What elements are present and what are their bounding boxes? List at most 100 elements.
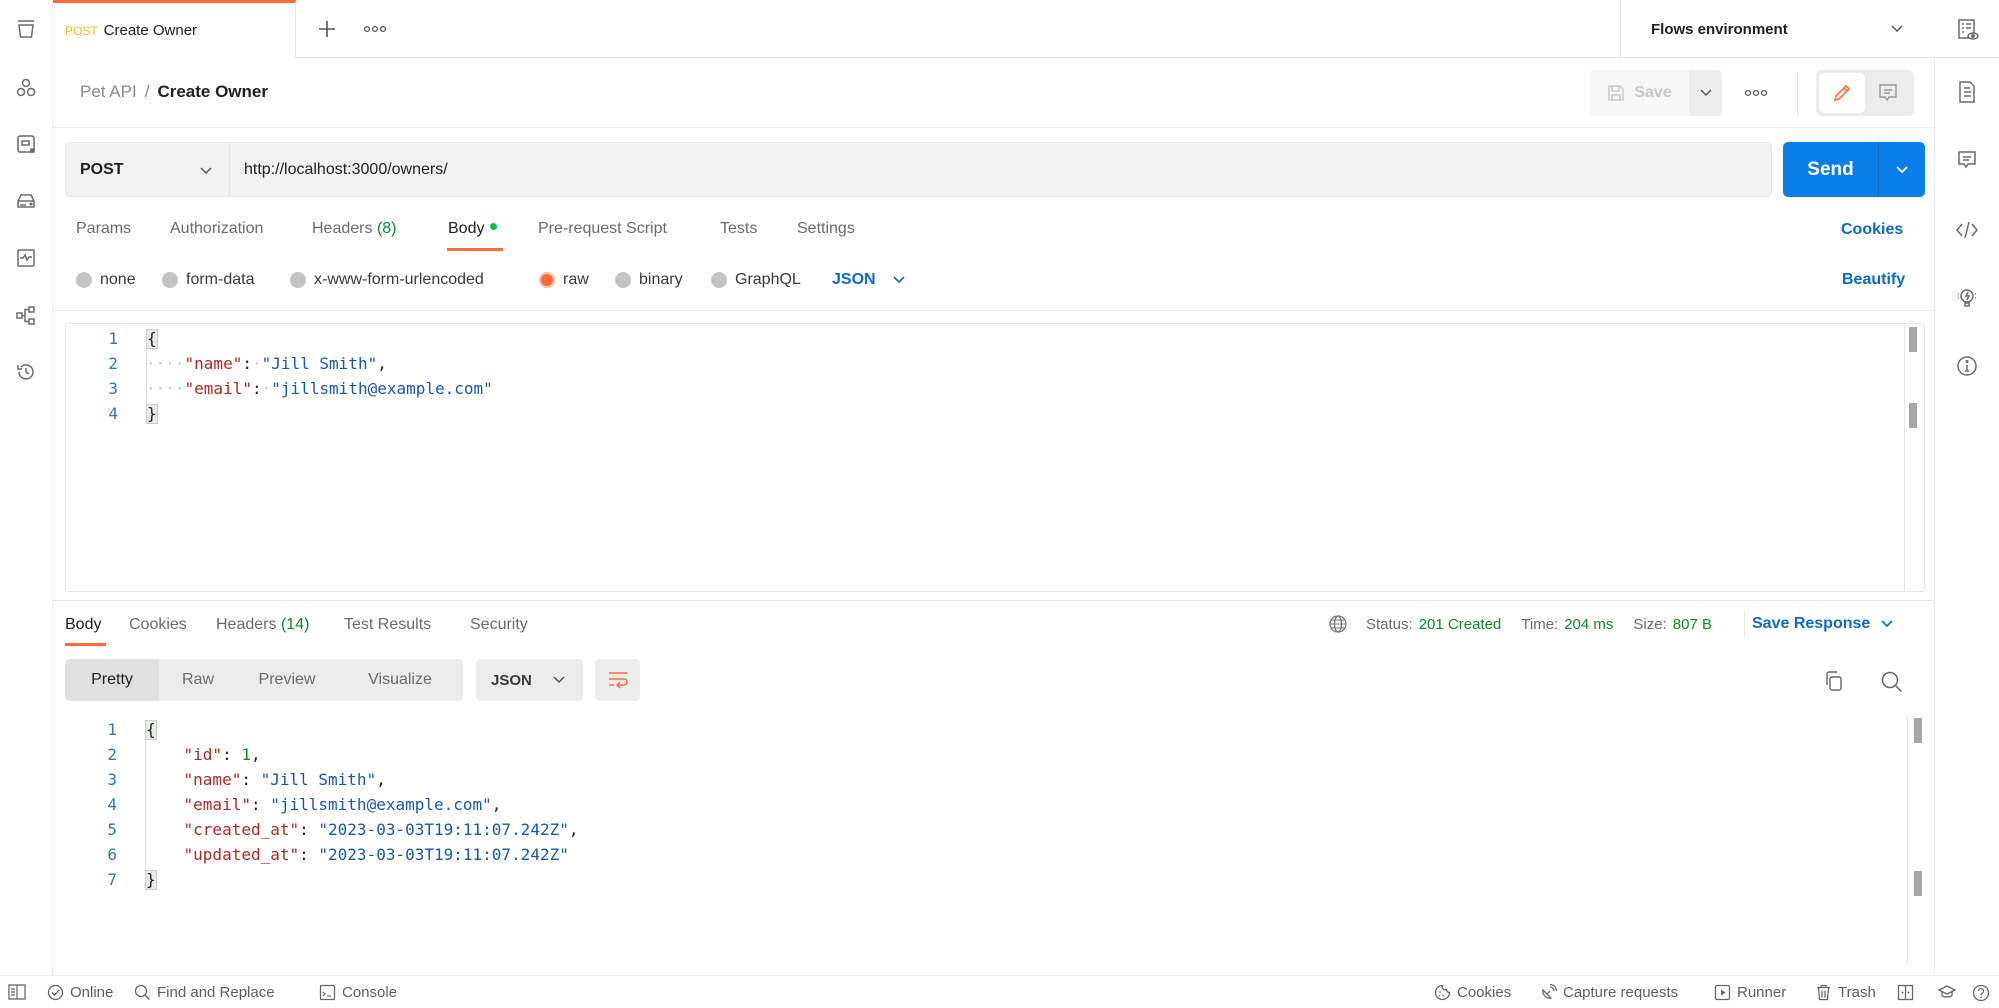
save-response-button[interactable]: Save Response <box>1752 615 1894 633</box>
toggle-sidebar-button[interactable] <box>8 984 26 1000</box>
size-value[interactable]: 807 B <box>1673 616 1712 633</box>
response-tab-security[interactable]: Security <box>470 616 528 634</box>
json-key: "created_at" <box>183 820 300 839</box>
method-label: POST <box>80 160 124 178</box>
response-format-selector[interactable]: JSON <box>476 659 583 701</box>
wrap-lines-icon <box>608 672 628 689</box>
capture-requests-button[interactable]: Capture requests <box>1540 984 1678 1001</box>
line-number: 2 <box>107 745 117 764</box>
mock-servers-icon[interactable] <box>14 189 38 213</box>
trash-label: Trash <box>1838 984 1876 1001</box>
more-horizontal-icon <box>1744 89 1768 97</box>
tab-headers[interactable]: Headers (8) <box>312 220 397 238</box>
flows-icon[interactable] <box>14 303 38 327</box>
code-line: } <box>145 870 157 890</box>
send-button[interactable]: Send <box>1783 142 1879 197</box>
save-group: Save <box>1589 70 1722 116</box>
search-response-button[interactable] <box>1880 670 1904 694</box>
new-tab-button[interactable] <box>314 16 340 42</box>
trash-icon <box>1817 984 1830 1001</box>
request-tab-create-owner[interactable]: POST Create Owner <box>53 0 296 58</box>
tab-tests[interactable]: Tests <box>720 220 757 238</box>
view-raw[interactable]: Raw <box>159 659 237 701</box>
apis-icon[interactable] <box>14 76 38 100</box>
radio-graphql[interactable]: GraphQL <box>711 271 801 289</box>
runner-button[interactable]: Runner <box>1714 984 1786 1001</box>
tab-options-button[interactable] <box>363 22 387 36</box>
view-preview[interactable]: Preview <box>237 659 337 701</box>
two-pane-view-button[interactable] <box>1897 984 1914 1001</box>
cookies-button[interactable]: Cookies <box>1434 984 1511 1001</box>
line-number: 4 <box>108 404 118 423</box>
environment-quick-look-button[interactable] <box>1956 18 1980 42</box>
history-icon[interactable] <box>14 360 38 384</box>
code-line: } <box>146 404 158 424</box>
json-key: "name" <box>183 770 242 789</box>
radio-label: form-data <box>186 271 255 288</box>
tab-body[interactable]: Body <box>448 220 498 238</box>
view-visualize[interactable]: Visualize <box>337 659 463 701</box>
radio-raw[interactable]: raw <box>539 271 589 289</box>
copy-response-button[interactable] <box>1823 670 1845 692</box>
response-tab-test-results[interactable]: Test Results <box>344 616 431 634</box>
cookies-link[interactable]: Cookies <box>1841 221 1903 239</box>
send-group: Send <box>1783 142 1925 197</box>
request-body-editor[interactable]: 1 { 2 ····"name":·"Jill Smith", 3 ····"e… <box>65 323 1925 592</box>
environment-selector[interactable]: Flows environment <box>1620 0 1932 58</box>
response-tab-cookies[interactable]: Cookies <box>129 616 187 634</box>
learning-center-button[interactable] <box>1938 984 1956 1001</box>
comments-icon[interactable] <box>1955 148 1979 172</box>
find-replace-button[interactable]: Find and Replace <box>134 984 275 1001</box>
scrollbar-thumb[interactable] <box>1909 327 1917 352</box>
info-icon[interactable] <box>1955 354 1979 378</box>
response-tab-body[interactable]: Body <box>65 616 101 634</box>
tab-settings[interactable]: Settings <box>797 220 855 238</box>
send-options-button[interactable] <box>1879 142 1925 197</box>
help-button[interactable] <box>1972 984 1990 1002</box>
radio-x-www-form-urlencoded[interactable]: x-www-form-urlencoded <box>290 271 484 289</box>
punctuation: , <box>250 745 261 764</box>
method-selector[interactable]: POST <box>66 143 230 196</box>
environments-icon[interactable] <box>14 132 38 156</box>
tab-authorization[interactable]: Authorization <box>170 220 263 238</box>
code-line: "created_at": "2023-03-03T19:11:07.242Z"… <box>183 820 579 839</box>
tab-params[interactable]: Params <box>76 220 131 238</box>
radio-form-data[interactable]: form-data <box>162 271 254 289</box>
tab-bar: POST Create Owner Flows environment <box>53 0 1999 58</box>
breadcrumb-request-name[interactable]: Create Owner <box>157 82 268 101</box>
console-button[interactable]: Console <box>319 984 397 1001</box>
edit-mode-button[interactable] <box>1819 73 1865 113</box>
environment-eye-icon <box>1958 19 1979 40</box>
scrollbar-thumb[interactable] <box>1914 718 1922 743</box>
punctuation: , <box>376 770 386 789</box>
code-icon[interactable] <box>1955 218 1979 242</box>
related-collections-lightbulb-icon[interactable] <box>1955 286 1979 310</box>
radio-none[interactable]: none <box>76 271 136 289</box>
online-status[interactable]: Online <box>47 984 113 1001</box>
view-pretty[interactable]: Pretty <box>65 659 159 701</box>
request-more-button[interactable] <box>1744 86 1768 100</box>
response-body-viewer[interactable]: 1 { 2 "id": 1, 3 "name": "Jill Smith", 4… <box>65 715 1925 965</box>
check-circle-icon <box>47 984 64 1001</box>
raw-format-selector[interactable]: JSON <box>832 271 906 289</box>
documentation-icon[interactable] <box>1955 80 1979 104</box>
trash-button[interactable]: Trash <box>1815 984 1876 1001</box>
breadcrumb-collection[interactable]: Pet API <box>80 82 137 101</box>
time-value[interactable]: 204 ms <box>1564 616 1613 633</box>
tab-pre-request-script[interactable]: Pre-request Script <box>538 220 667 238</box>
status-value[interactable]: 201 Created <box>1419 616 1502 633</box>
monitors-icon[interactable] <box>14 246 38 270</box>
save-button[interactable]: Save <box>1589 70 1689 116</box>
response-tab-headers[interactable]: Headers (14) <box>216 616 309 634</box>
comment-mode-button[interactable] <box>1865 73 1911 113</box>
wrap-lines-button[interactable] <box>595 659 640 701</box>
collections-icon[interactable] <box>14 17 38 41</box>
beautify-button[interactable]: Beautify <box>1842 271 1905 289</box>
radio-binary[interactable]: binary <box>615 271 683 289</box>
code-line: "updated_at": "2023-03-03T19:11:07.242Z" <box>183 845 569 864</box>
tab-label: Tests <box>720 220 758 237</box>
save-options-button[interactable] <box>1689 70 1722 116</box>
scroll-track <box>1907 715 1908 965</box>
url-input[interactable]: http://localhost:3000/owners/ <box>230 143 1771 196</box>
brace: { <box>145 720 157 740</box>
